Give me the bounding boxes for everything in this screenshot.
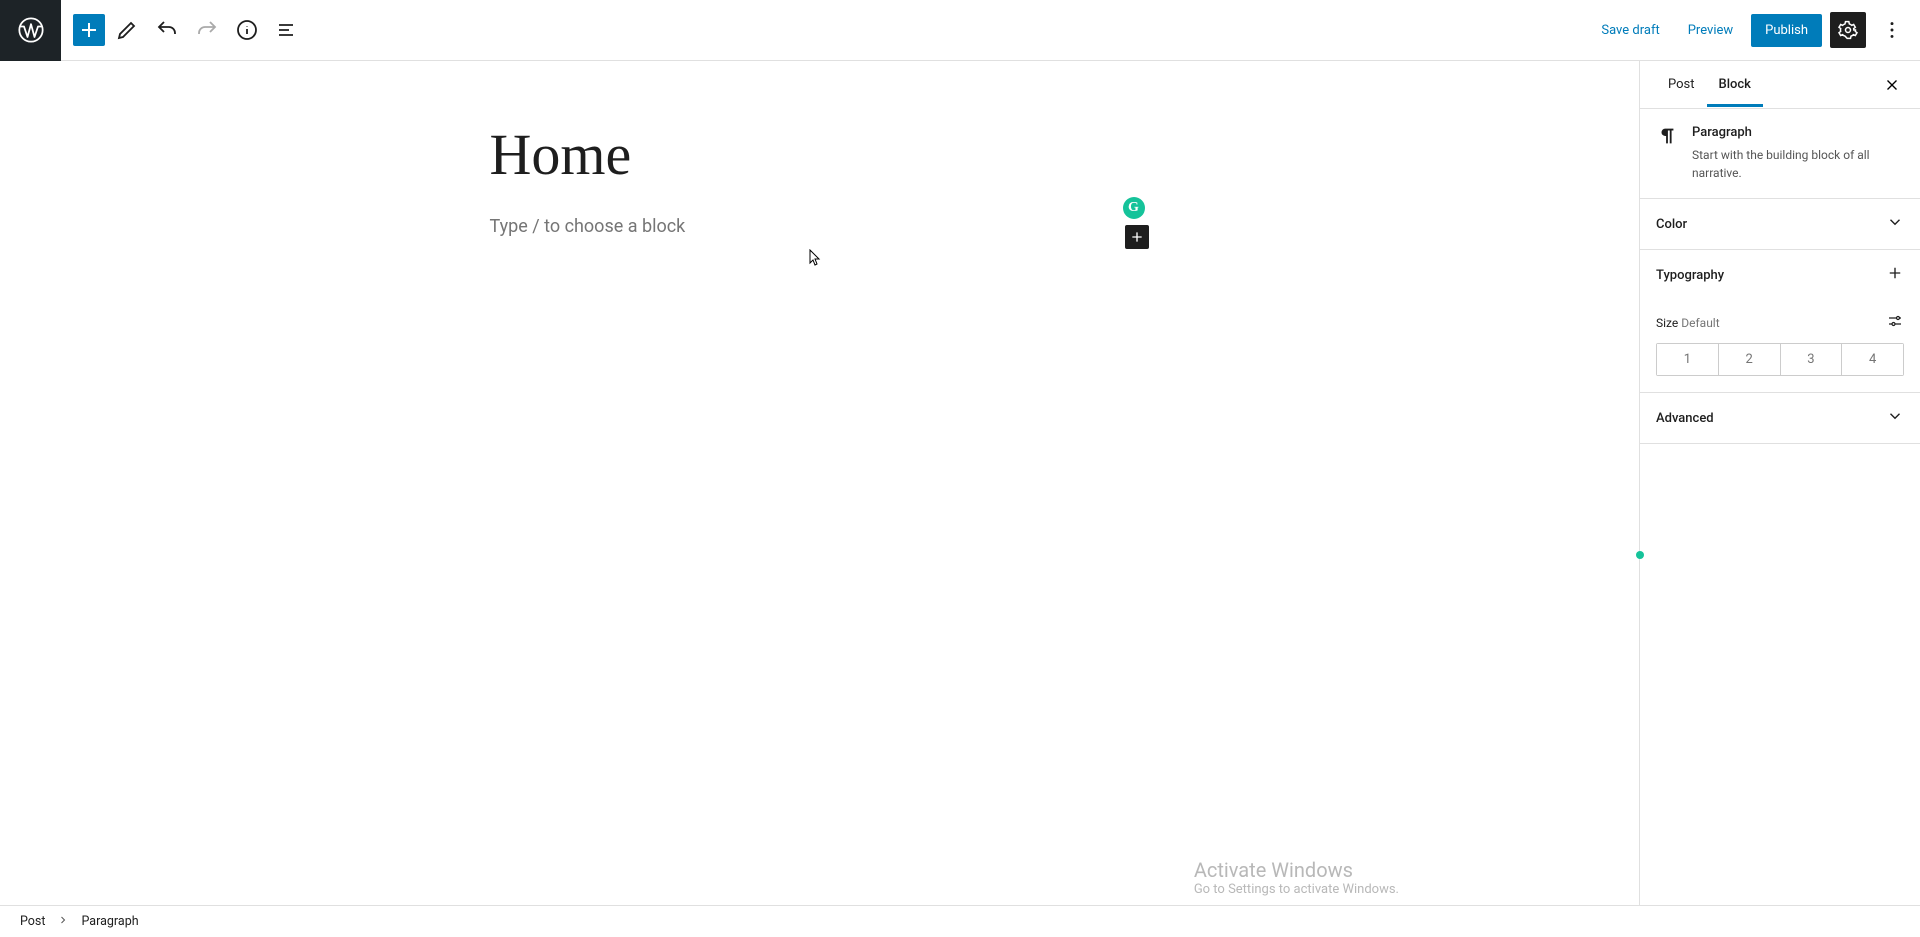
details-button[interactable] — [229, 12, 265, 48]
sidebar-tabs: Post Block — [1640, 61, 1920, 109]
typography-panel-label: Typography — [1656, 268, 1724, 283]
plus-icon[interactable] — [1886, 264, 1904, 286]
color-panel-label: Color — [1656, 217, 1687, 232]
settings-toggle-button[interactable] — [1830, 12, 1866, 48]
paragraph-icon — [1656, 125, 1678, 182]
options-menu-button[interactable] — [1874, 12, 1910, 48]
typography-panel-body: Size Default 1 2 3 4 — [1640, 300, 1920, 393]
advanced-panel-label: Advanced — [1656, 411, 1714, 426]
post-title[interactable]: Home — [490, 121, 1150, 188]
font-size-value: Default — [1681, 316, 1719, 330]
breadcrumb-current[interactable]: Paragraph — [81, 914, 138, 929]
editor-canvas[interactable]: Home Type / to choose a block G Activate… — [0, 61, 1639, 905]
publish-button[interactable]: Publish — [1751, 14, 1822, 47]
block-breadcrumb: Post Paragraph — [0, 905, 1920, 937]
redo-button[interactable] — [189, 12, 225, 48]
font-size-preset-4[interactable]: 4 — [1841, 344, 1903, 375]
edit-tool-button[interactable] — [109, 12, 145, 48]
breadcrumb-root[interactable]: Post — [20, 914, 45, 929]
block-inserter-button[interactable] — [73, 14, 105, 46]
chevron-right-icon — [57, 914, 69, 930]
chevron-down-icon — [1886, 407, 1904, 429]
save-draft-button[interactable]: Save draft — [1591, 17, 1669, 44]
block-card-title: Paragraph — [1692, 125, 1904, 140]
close-sidebar-button[interactable] — [1880, 73, 1904, 97]
font-size-presets: 1 2 3 4 — [1656, 343, 1904, 376]
mouse-cursor-icon — [808, 249, 822, 267]
toolbar-right-group: Save draft Preview Publish — [1591, 12, 1920, 48]
chevron-down-icon — [1886, 213, 1904, 235]
windows-activation-watermark: Activate Windows Go to Settings to activ… — [1194, 858, 1399, 897]
font-size-preset-2[interactable]: 2 — [1718, 344, 1780, 375]
typography-panel-header[interactable]: Typography — [1640, 250, 1920, 300]
tab-post[interactable]: Post — [1656, 62, 1707, 107]
preview-button[interactable]: Preview — [1678, 17, 1743, 44]
undo-button[interactable] — [149, 12, 185, 48]
font-size-label: Size — [1656, 316, 1678, 330]
font-size-preset-3[interactable]: 3 — [1780, 344, 1842, 375]
inline-block-inserter-button[interactable] — [1125, 225, 1149, 249]
color-panel-toggle[interactable]: Color — [1640, 199, 1920, 250]
block-card-description: Start with the building block of all nar… — [1692, 146, 1904, 182]
tab-block[interactable]: Block — [1707, 62, 1763, 107]
block-card: Paragraph Start with the building block … — [1640, 109, 1920, 199]
paragraph-block-placeholder[interactable]: Type / to choose a block — [490, 216, 1150, 237]
watermark-subtitle: Go to Settings to activate Windows. — [1194, 882, 1399, 897]
font-size-preset-1[interactable]: 1 — [1657, 344, 1718, 375]
sliders-icon[interactable] — [1886, 312, 1904, 333]
grammarly-indicator-dot — [1636, 551, 1644, 559]
grammarly-badge-icon[interactable]: G — [1123, 197, 1145, 219]
list-view-button[interactable] — [269, 12, 305, 48]
advanced-panel-toggle[interactable]: Advanced — [1640, 393, 1920, 444]
settings-sidebar: Post Block Paragraph Start with the buil… — [1639, 61, 1920, 905]
wordpress-logo[interactable] — [0, 0, 61, 61]
watermark-title: Activate Windows — [1194, 858, 1399, 882]
editor-top-toolbar: Save draft Preview Publish — [0, 0, 1920, 61]
toolbar-left-group — [61, 12, 305, 48]
